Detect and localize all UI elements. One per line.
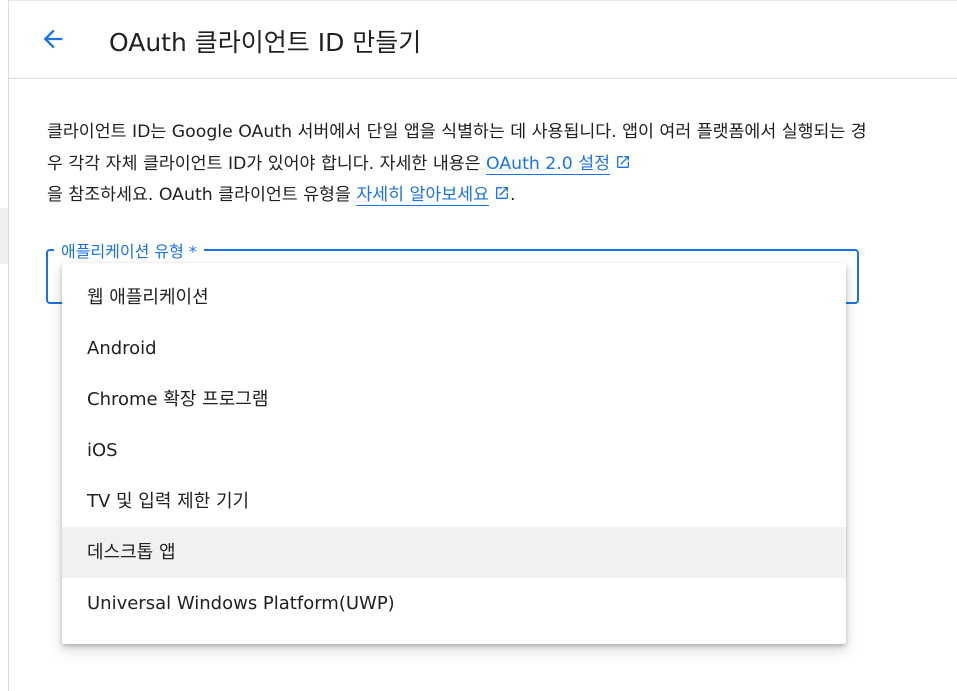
menu-item-desktop-app[interactable]: 데스크톱 앱 bbox=[62, 527, 846, 578]
description-part-2: 을 참조하세요. OAuth 클라이언트 유형을 bbox=[47, 185, 357, 205]
description-part-3: . bbox=[510, 185, 516, 205]
menu-item-android[interactable]: Android bbox=[62, 323, 846, 374]
application-type-label: 애플리케이션 유형 * bbox=[54, 242, 204, 262]
learn-more-link[interactable]: 자세히 알아보세요 bbox=[356, 185, 489, 205]
page-title: OAuth 클라이언트 ID 만들기 bbox=[109, 28, 422, 57]
page-header: OAuth 클라이언트 ID 만들기 bbox=[9, 4, 957, 79]
application-type-dropdown-menu: 웹 애플리케이션 Android Chrome 확장 프로그램 iOS TV 및… bbox=[62, 263, 846, 644]
page: OAuth 클라이언트 ID 만들기 클라이언트 ID는 Google OAut… bbox=[0, 0, 957, 691]
oauth-settings-link[interactable]: OAuth 2.0 설정 bbox=[486, 154, 610, 174]
left-nav-rail bbox=[0, 0, 9, 691]
menu-item-ios[interactable]: iOS bbox=[62, 425, 846, 476]
description-text: 클라이언트 ID는 Google OAuth 서버에서 단일 앱을 식별하는 데… bbox=[47, 117, 877, 212]
menu-item-uwp[interactable]: Universal Windows Platform(UWP) bbox=[62, 578, 846, 629]
menu-item-web-application[interactable]: 웹 애플리케이션 bbox=[62, 272, 846, 323]
menu-item-chrome-extension[interactable]: Chrome 확장 프로그램 bbox=[62, 374, 846, 425]
arrow-back-icon bbox=[43, 29, 63, 49]
nav-rail-indicator bbox=[0, 208, 8, 264]
back-button[interactable] bbox=[35, 21, 71, 57]
menu-item-tv-limited-input[interactable]: TV 및 입력 제한 기기 bbox=[62, 476, 846, 527]
open-in-new-icon[interactable] bbox=[494, 185, 510, 201]
description-part-1: 클라이언트 ID는 Google OAuth 서버에서 단일 앱을 식별하는 데… bbox=[47, 122, 867, 174]
open-in-new-icon[interactable] bbox=[615, 154, 631, 170]
